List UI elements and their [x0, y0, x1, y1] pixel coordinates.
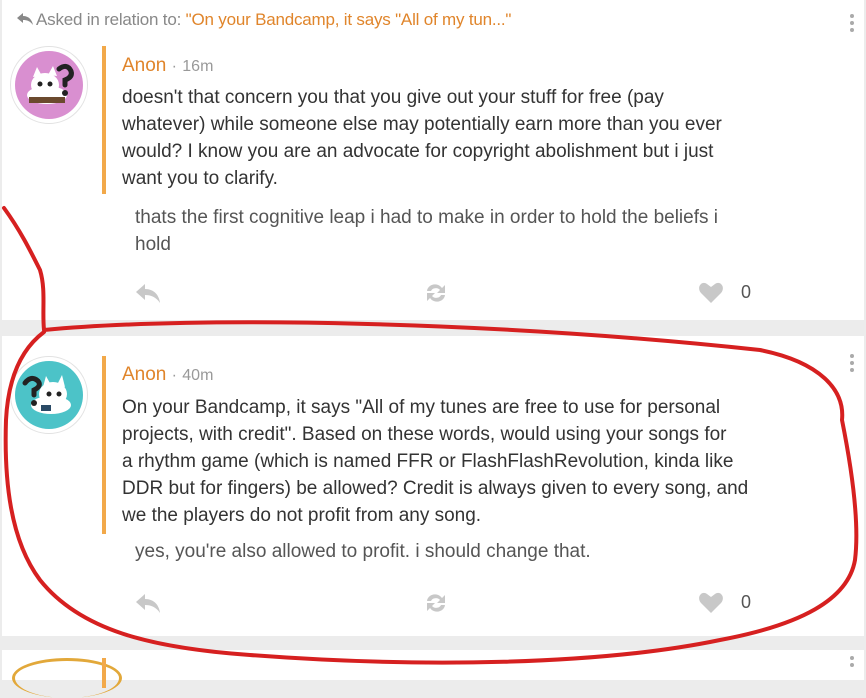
- header-separator: ·: [171, 58, 177, 75]
- question-line: would? I know you are an advocate for co…: [122, 141, 714, 162]
- reply-arrow-icon: [17, 13, 33, 25]
- question-line: On your Bandcamp, it says "All of my tun…: [122, 397, 721, 418]
- question-header: Anon · 16m: [122, 55, 213, 77]
- answer-text: yes, you're also allowed to profit. i sh…: [135, 538, 835, 565]
- question-line: we the players do not profit from any so…: [122, 505, 482, 526]
- header-separator: ·: [171, 367, 177, 384]
- cat-avatar-icon: [15, 51, 83, 119]
- question-header: Anon · 40m: [122, 364, 213, 386]
- question-line: want you to clarify.: [122, 168, 278, 189]
- question-quote-bar: [102, 356, 106, 534]
- question-card-1: Asked in relation to: "On your Bandcamp,…: [2, 0, 864, 320]
- question-line: doesn't that concern you that you give o…: [122, 87, 664, 108]
- question-quote-bar: [102, 46, 106, 194]
- answer-line: yes, you're also allowed to profit. i sh…: [135, 541, 591, 562]
- question-text: doesn't that concern you that you give o…: [122, 84, 837, 192]
- heart-icon[interactable]: [698, 282, 724, 304]
- avatar[interactable]: [10, 46, 88, 124]
- reply-arrow-icon[interactable]: [134, 592, 162, 614]
- post-time: 16m: [182, 58, 214, 75]
- asked-quote-link[interactable]: "On your Bandcamp, it says "All of my tu…: [186, 10, 512, 29]
- answer-line: thats the first cognitive leap i had to …: [135, 207, 718, 228]
- kebab-menu-icon[interactable]: [850, 14, 856, 35]
- kebab-menu-icon[interactable]: [850, 354, 856, 375]
- reply-arrow-icon[interactable]: [134, 282, 162, 304]
- avatar[interactable]: [10, 356, 88, 434]
- question-line: whatever) while someone else may potenti…: [122, 114, 722, 135]
- question-text: On your Bandcamp, it says "All of my tun…: [122, 394, 837, 529]
- question-line: projects, with credit". Based on these w…: [122, 424, 727, 445]
- question-quote-bar: [102, 658, 106, 688]
- author-name[interactable]: Anon: [122, 364, 166, 385]
- heart-icon[interactable]: [698, 592, 724, 614]
- question-card-3: [2, 650, 864, 698]
- post-time: 40m: [182, 367, 214, 384]
- cat-avatar-icon: [15, 361, 83, 429]
- author-name[interactable]: Anon: [122, 55, 166, 76]
- reshare-icon[interactable]: [422, 282, 450, 304]
- reshare-icon[interactable]: [422, 592, 450, 614]
- question-card-2: Anon · 40m On your Bandcamp, it says "Al…: [2, 336, 864, 636]
- question-line: DDR but for fingers) be allowed? Credit …: [122, 478, 749, 499]
- kebab-menu-icon[interactable]: [850, 656, 856, 670]
- question-line: a rhythm game (which is named FFR or Fla…: [122, 451, 734, 472]
- answer-text: thats the first cognitive leap i had to …: [135, 204, 835, 258]
- like-count: 0: [741, 282, 752, 302]
- like-count: 0: [741, 592, 752, 612]
- asked-label: Asked in relation to:: [36, 10, 182, 29]
- answer-line: hold: [135, 234, 171, 255]
- asked-in-relation-to[interactable]: Asked in relation to: "On your Bandcamp,…: [16, 10, 511, 30]
